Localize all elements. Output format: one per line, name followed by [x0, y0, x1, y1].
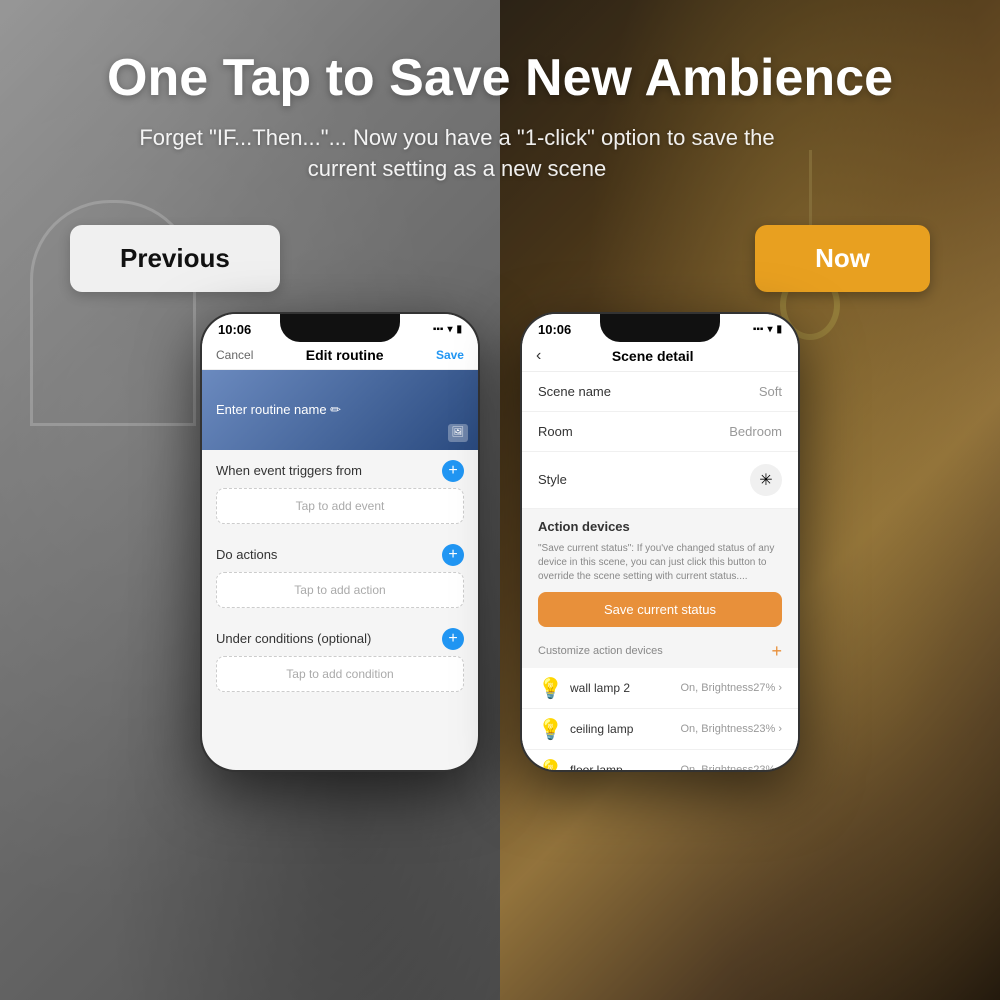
- room-value: Bedroom: [729, 424, 782, 439]
- add-condition-button[interactable]: +: [442, 628, 464, 650]
- customize-header: Customize action devices +: [522, 635, 798, 668]
- battery-icon: ▮: [456, 324, 462, 335]
- style-icon[interactable]: ✳: [750, 464, 782, 496]
- phone-1-screen: 10:06 ▪▪▪ ▾ ▮ Cancel Edit routine Save E…: [202, 314, 478, 770]
- device-left-2: 💡 floor lamp: [538, 758, 623, 770]
- phone-1-time: 10:06: [218, 322, 251, 337]
- lamp-icon-0: 💡: [538, 676, 562, 700]
- routine-title: Edit routine: [306, 347, 384, 363]
- routine-image-label[interactable]: Enter routine name ✏: [216, 402, 341, 418]
- device-status-1: On, Brightness23% ›: [681, 723, 783, 735]
- scene-name-label: Scene name: [538, 384, 611, 399]
- device-left-1: 💡 ceiling lamp: [538, 717, 633, 741]
- signal-icon: ▪▪▪: [433, 324, 444, 335]
- device-left-0: 💡 wall lamp 2: [538, 676, 630, 700]
- phone-2: 10:06 ▪▪▪ ▾ ▮ ‹ Scene detail Scene name: [520, 312, 800, 772]
- style-row: Style ✳: [522, 452, 798, 509]
- back-button[interactable]: ‹: [536, 347, 541, 365]
- save-link[interactable]: Save: [436, 348, 464, 362]
- save-current-status-button[interactable]: Save current status: [538, 592, 782, 627]
- wifi-icon: ▾: [447, 324, 452, 335]
- section-3-header: Under conditions (optional) +: [202, 618, 478, 656]
- phone-1: 10:06 ▪▪▪ ▾ ▮ Cancel Edit routine Save E…: [200, 312, 480, 772]
- room-label: Room: [538, 424, 573, 439]
- action-devices-header: Action devices: [522, 509, 798, 538]
- add-action-button[interactable]: +: [442, 544, 464, 566]
- phone-1-notch: [280, 314, 400, 342]
- lamp-icon-2: 💡: [538, 758, 562, 770]
- tap-action-box[interactable]: Tap to add action: [216, 572, 464, 608]
- lamp-icon-1: 💡: [538, 717, 562, 741]
- phone-2-status-icons: ▪▪▪ ▾ ▮: [753, 324, 782, 335]
- section-2-label: Do actions: [216, 547, 277, 562]
- device-row-2[interactable]: 💡 floor lamp On, Brightness23% ›: [522, 750, 798, 770]
- signal-icon-2: ▪▪▪: [753, 324, 764, 335]
- device-name-1: ceiling lamp: [570, 722, 633, 736]
- header-section: One Tap to Save New Ambience Forget "IF.…: [67, 0, 933, 215]
- sub-title: Forget "IF...Then..."... Now you have a …: [107, 123, 807, 185]
- wifi-icon-2: ▾: [767, 324, 772, 335]
- battery-icon-2: ▮: [776, 324, 782, 335]
- main-title: One Tap to Save New Ambience: [107, 50, 893, 107]
- section-2-header: Do actions +: [202, 534, 478, 572]
- device-row-0[interactable]: 💡 wall lamp 2 On, Brightness27% ›: [522, 668, 798, 709]
- device-row-1[interactable]: 💡 ceiling lamp On, Brightness23% ›: [522, 709, 798, 750]
- scene-name-row: Scene name Soft: [522, 372, 798, 412]
- section-3-label: Under conditions (optional): [216, 631, 371, 646]
- customize-label: Customize action devices: [538, 645, 663, 657]
- phone-1-navbar: Cancel Edit routine Save: [202, 341, 478, 370]
- phone-2-notch: [600, 314, 720, 342]
- customize-add-button[interactable]: +: [771, 641, 782, 662]
- add-event-button[interactable]: +: [442, 460, 464, 482]
- tap-condition-box[interactable]: Tap to add condition: [216, 656, 464, 692]
- save-hint: "Save current status": If you've changed…: [522, 538, 798, 592]
- device-name-0: wall lamp 2: [570, 681, 630, 695]
- routine-image: Enter routine name ✏ 🖼: [202, 370, 478, 450]
- previous-button[interactable]: Previous: [70, 225, 280, 292]
- room-row: Room Bedroom: [522, 412, 798, 452]
- phone-1-status-icons: ▪▪▪ ▾ ▮: [433, 324, 462, 335]
- device-name-2: floor lamp: [570, 763, 623, 770]
- scene-name-value: Soft: [759, 384, 782, 399]
- image-placeholder-icon: 🖼: [448, 424, 468, 442]
- cancel-link[interactable]: Cancel: [216, 348, 253, 362]
- now-button[interactable]: Now: [755, 225, 930, 292]
- phone-2-time: 10:06: [538, 322, 571, 337]
- device-status-2: On, Brightness23% ›: [681, 764, 783, 770]
- tap-event-box[interactable]: Tap to add event: [216, 488, 464, 524]
- phone-2-screen: 10:06 ▪▪▪ ▾ ▮ ‹ Scene detail Scene name: [522, 314, 798, 770]
- device-status-0: On, Brightness27% ›: [681, 682, 783, 694]
- phones-row: 10:06 ▪▪▪ ▾ ▮ Cancel Edit routine Save E…: [200, 312, 800, 772]
- main-content: One Tap to Save New Ambience Forget "IF.…: [0, 0, 1000, 1000]
- buttons-row: Previous Now: [70, 225, 930, 292]
- section-1-label: When event triggers from: [216, 463, 362, 478]
- scene-title: Scene detail: [612, 348, 694, 364]
- section-1-header: When event triggers from +: [202, 450, 478, 488]
- style-label: Style: [538, 472, 567, 487]
- scene-navbar: ‹ Scene detail: [522, 341, 798, 372]
